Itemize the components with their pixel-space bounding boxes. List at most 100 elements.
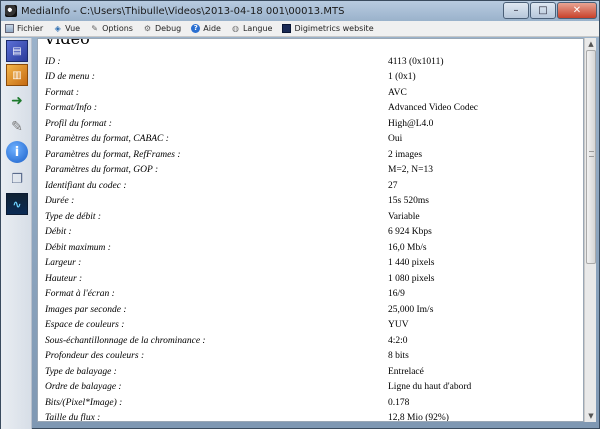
info-row: Bits/(Pixel*Image) : 0.178 — [38, 395, 583, 411]
menu-options-label: Options — [102, 24, 133, 33]
row-value: High@L4.0 — [388, 118, 434, 129]
row-label: Images par seconde : — [45, 304, 127, 315]
open-file-icon[interactable]: ▤ — [6, 40, 28, 62]
info-row: ID : 4113 (0x1011) — [38, 54, 583, 70]
menu-debug[interactable]: ⚙ Debug — [143, 24, 181, 33]
menu-debug-label: Debug — [154, 24, 182, 33]
row-label: Débit : — [45, 227, 72, 238]
menu-digimetrics-label: Digimetrics website — [294, 24, 374, 33]
info-row: Paramètres du format, RefFrames : 2 image… — [38, 147, 583, 163]
info-row: Format : AVC — [38, 85, 583, 101]
row-label: Format/Info : — [45, 103, 97, 114]
info-row: Profondeur des couleurs : 8 bits — [38, 349, 583, 365]
close-button[interactable]: ✕ — [557, 2, 597, 19]
row-label: Profil du format : — [45, 118, 112, 129]
window-title: MediaInfo - C:\Users\Thibulle\Videos\201… — [21, 5, 345, 17]
info-row: Profil du format : High@L4.0 — [38, 116, 583, 132]
row-label: Taille du flux : — [45, 413, 101, 422]
info-panel: Vidéo ID : 4113 (0x1011) ID de menu : 1 (0… — [37, 38, 584, 422]
debug-icon: ⚙ — [143, 24, 152, 33]
scroll-up-arrow-icon[interactable]: ▲ — [585, 38, 597, 50]
info-row: Débit maximum : 16,0 Mb/s — [38, 240, 583, 256]
help-icon: ? — [191, 24, 201, 33]
menu-aide[interactable]: ? Aide — [191, 24, 221, 33]
row-value: 1 080 pixels — [388, 273, 435, 284]
info-row: Hauteur : 1 080 pixels — [38, 271, 583, 287]
info-row: ID de menu : 1 (0x1) — [38, 70, 583, 86]
menu-vue-label: Vue — [65, 24, 81, 33]
row-label: Sous-échantillonnage de la chrominance : — [45, 335, 206, 346]
menu-options[interactable]: ✎ Options — [90, 24, 133, 33]
info-row: Ordre de balayage : Ligne du haut d'abord — [38, 380, 583, 396]
info-row: Format/Info : Advanced Video Codec — [38, 101, 583, 117]
info-row: Durée : 15s 520ms — [38, 194, 583, 210]
options-icon: ✎ — [91, 24, 98, 33]
info-row: Type de balayage : Entrelacé — [38, 364, 583, 380]
info-row: Débit : 6 924 Kbps — [38, 225, 583, 241]
row-value: 8 bits — [388, 351, 409, 362]
info-row: Type de débit : Variable — [38, 209, 583, 225]
row-value: 15s 520ms — [388, 196, 429, 207]
row-value: 12,8 Mio (92%) — [388, 413, 449, 422]
row-value: 25,000 Im/s — [388, 304, 434, 315]
row-value: 2 images — [388, 149, 423, 160]
view-icon: ◈ — [54, 24, 61, 33]
title-bar[interactable]: MediaInfo - C:\Users\Thibulle\Videos\201… — [1, 1, 599, 21]
maximize-button[interactable]: □ — [530, 2, 556, 19]
menu-vue[interactable]: ◈ Vue — [53, 24, 81, 33]
row-value: Advanced Video Codec — [388, 103, 479, 114]
menu-digimetrics-website[interactable]: Digimetrics website — [282, 24, 374, 33]
menu-bar: Fichier ◈ Vue ✎ Options ⚙ Debug ? Aide ◍… — [1, 21, 599, 37]
row-value: M=2, N=13 — [388, 165, 434, 176]
row-label: Paramètres du format, RefFrames : — [45, 149, 181, 160]
menu-langue[interactable]: ◍ Langue — [231, 24, 273, 33]
row-label: Bits/(Pixel*Image) : — [45, 397, 123, 408]
export-icon[interactable]: ➜ — [6, 90, 28, 112]
scroll-down-arrow-icon[interactable]: ▼ — [585, 410, 597, 422]
scroll-thumb[interactable] — [586, 50, 596, 264]
row-value: Oui — [388, 134, 403, 145]
section-heading: Vidéo — [44, 38, 90, 48]
file-icon — [5, 24, 14, 33]
options-icon[interactable]: ✎ — [6, 116, 28, 138]
row-label: Type de débit : — [45, 211, 102, 222]
row-value: 6 924 Kbps — [388, 227, 432, 238]
info-row: Images par seconde : 25,000 Im/s — [38, 302, 583, 318]
row-value: 27 — [388, 180, 398, 191]
minimize-button[interactable]: – — [503, 2, 529, 19]
info-row: Taille du flux : 12,8 Mio (92%) — [38, 411, 583, 422]
row-value: 1 440 pixels — [388, 258, 435, 269]
row-value: 1 (0x1) — [388, 72, 416, 83]
row-label: Format à l'écran : — [45, 289, 115, 300]
row-value: 16/9 — [388, 289, 405, 300]
knowledge-base-icon[interactable]: ❐ — [6, 168, 28, 190]
row-label: Durée : — [45, 196, 75, 207]
mediainfo-window: MediaInfo - C:\Users\Thibulle\Videos\201… — [0, 0, 600, 429]
info-row: Espace de couleurs : YUV — [38, 318, 583, 334]
menu-aide-label: Aide — [203, 24, 221, 33]
row-value: YUV — [388, 320, 409, 331]
info-row: Paramètres du format, CABAC : Oui — [38, 132, 583, 148]
language-icon: ◍ — [231, 24, 239, 33]
row-label: Identifiant du codec : — [45, 180, 127, 191]
row-label: Paramètres du format, CABAC : — [45, 134, 169, 145]
row-value: 0.178 — [388, 397, 410, 408]
about-icon[interactable]: i — [6, 141, 28, 163]
row-value: 4113 (0x1011) — [388, 56, 444, 67]
row-label: Débit maximum : — [45, 242, 111, 253]
vertical-scrollbar[interactable]: ▲ ▼ — [584, 38, 596, 422]
info-row: Sous-échantillonnage de la chrominance :… — [38, 333, 583, 349]
digimetrics-icon[interactable]: ∿ — [6, 193, 28, 215]
row-label: Largeur : — [45, 258, 82, 269]
menu-fichier-label: Fichier — [17, 24, 44, 33]
row-label: Paramètres du format, GOP : — [45, 165, 159, 176]
row-label: Ordre de balayage : — [45, 382, 122, 393]
open-folder-icon[interactable]: ▥ — [6, 64, 28, 86]
row-label: ID de menu : — [45, 72, 95, 83]
info-rows: ID : 4113 (0x1011) ID de menu : 1 (0x1) Fo… — [38, 54, 583, 422]
row-label: Espace de couleurs : — [45, 320, 125, 331]
digimetrics-icon — [282, 24, 292, 33]
menu-fichier[interactable]: Fichier — [5, 24, 43, 33]
menu-langue-label: Langue — [242, 24, 273, 33]
window-controls: – □ ✕ — [503, 2, 597, 19]
